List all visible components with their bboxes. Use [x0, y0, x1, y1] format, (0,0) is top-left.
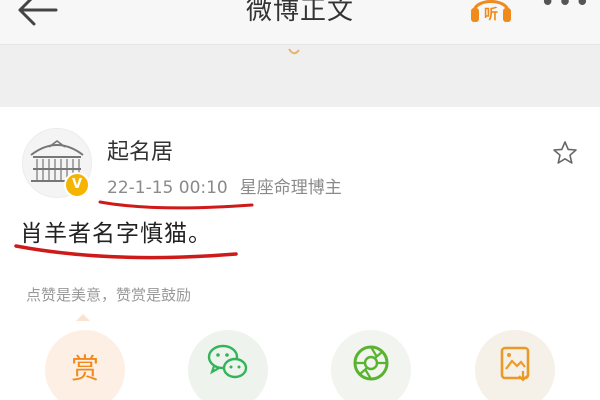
save-image-button[interactable]	[475, 330, 555, 400]
screen: 微博正文 听 ••• V 起名居 22-1-15 00:10 星座命理博主 肖羊…	[0, 0, 600, 400]
reward-label: 赏	[70, 352, 99, 385]
pointer-caret-icon	[76, 314, 90, 321]
loading-mark-icon	[288, 48, 300, 55]
reward-button[interactable]: 赏	[45, 330, 125, 400]
post-meta: 22-1-15 00:10 星座命理博主	[107, 173, 342, 198]
author-name[interactable]: 起名居	[107, 134, 173, 166]
moments-icon	[353, 345, 389, 381]
post-content: 肖羊者名字慎猫。	[20, 221, 212, 247]
share-moments-button[interactable]	[331, 330, 411, 400]
reward-hint: 点赞是美意，赞赏是鼓励	[26, 286, 192, 304]
star-icon[interactable]	[552, 140, 578, 166]
more-icon[interactable]: •••	[540, 0, 592, 18]
listen-icon[interactable]: 听	[468, 0, 514, 26]
verified-badge: V	[64, 172, 90, 198]
top-bar: 微博正文 听 •••	[0, 0, 600, 45]
wechat-icon	[207, 344, 248, 379]
share-wechat-button[interactable]	[188, 330, 268, 400]
post-source: 星座命理博主	[239, 178, 342, 198]
listen-label: 听	[484, 6, 498, 23]
post-timestamp: 22-1-15 00:10	[107, 178, 228, 198]
save-image-icon	[500, 346, 530, 382]
